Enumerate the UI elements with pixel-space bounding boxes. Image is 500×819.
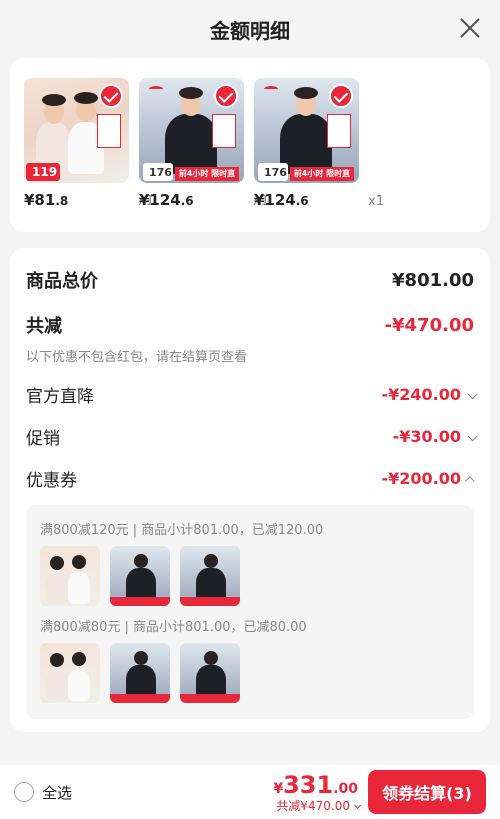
coupon-detail-title: 满800减80元 | 商品小计801.00，已减80.00	[40, 620, 307, 635]
header: 金额明细	[0, 0, 500, 58]
chevron-up-icon	[464, 475, 475, 486]
product-item[interactable]: 119 ¥81.8 x1	[24, 78, 154, 212]
product-price: ¥81.8	[24, 191, 69, 209]
coupon-detail: 满800减120元 | 商品小计801.00，已减120.00 满800减80元…	[26, 505, 474, 719]
close-icon[interactable]	[458, 16, 482, 40]
product-list: 119 ¥81.8 x1 176 前4小时 限时直降 ¥124.6 x1	[10, 58, 490, 232]
price-tag: 119	[26, 163, 60, 181]
brand-logo-icon	[264, 86, 278, 92]
checkout-button[interactable]: 领券结算(3)	[368, 770, 486, 814]
checked-icon[interactable]	[329, 84, 353, 108]
coupon-product-thumb	[110, 546, 170, 606]
coupon-product-thumb	[110, 643, 170, 703]
product-image: 119	[24, 78, 129, 183]
promo-value: -¥30.00	[392, 426, 461, 446]
product-item[interactable]: 176 前4小时 限时直降 ¥124.6 x1	[254, 78, 384, 212]
price-summary: 商品总价 ¥801.00 共减 -¥470.00 以下优惠不包含红包，请在结算页…	[10, 248, 490, 732]
promo-banner: 前4小时 限时直降	[290, 167, 354, 181]
coupon-product-thumb	[40, 643, 100, 703]
product-item[interactable]: 176 前4小时 限时直降 ¥124.6 x1	[139, 78, 269, 212]
promo-banner: 前4小时 限时直降	[175, 167, 239, 181]
product-price: ¥124.6	[139, 191, 194, 209]
checked-icon[interactable]	[99, 84, 123, 108]
reduce-value: -¥470.00	[384, 314, 474, 336]
official-discount-row[interactable]: 官方直降 -¥240.00	[26, 379, 478, 409]
promo-sticker	[97, 114, 121, 148]
coupon-product-list	[40, 546, 460, 606]
checkout-bar: 全选 ¥331.00 共减¥470.00 领券结算(3)	[0, 765, 500, 819]
total-row: 商品总价 ¥801.00	[26, 264, 474, 296]
promo-label: 促销	[26, 428, 60, 449]
order-total: ¥331.00 共减¥470.00	[273, 771, 362, 814]
select-all-label[interactable]: 全选	[42, 782, 72, 803]
chevron-down-icon	[467, 388, 478, 399]
coupon-product-thumb	[40, 546, 100, 606]
official-value: -¥240.00	[381, 384, 461, 404]
coupon-product-thumb	[180, 643, 240, 703]
product-qty: x1	[368, 194, 384, 209]
page-title: 金额明细	[210, 18, 290, 43]
chevron-down-icon	[467, 430, 478, 441]
total-saved: 共减¥470.00	[273, 797, 362, 814]
checked-icon[interactable]	[214, 84, 238, 108]
coupon-detail-title: 满800减120元 | 商品小计801.00，已减120.00	[40, 523, 324, 538]
discount-hint: 以下优惠不包含红包，请在结算页查看	[26, 350, 248, 365]
product-price: ¥124.6	[254, 191, 309, 209]
coupon-value: -¥200.00	[381, 468, 461, 488]
product-image: 176 前4小时 限时直降	[139, 78, 244, 183]
total-label: 商品总价	[26, 271, 98, 292]
coupon-product-list	[40, 643, 460, 703]
reduce-row: 共减 -¥470.00	[26, 310, 474, 340]
coupon-label: 优惠券	[26, 470, 77, 491]
promo-row[interactable]: 促销 -¥30.00	[26, 421, 478, 451]
official-label: 官方直降	[26, 386, 94, 407]
brand-logo-icon	[149, 86, 163, 92]
coupon-row[interactable]: 优惠券 -¥200.00	[26, 463, 475, 493]
coupon-product-thumb	[180, 546, 240, 606]
chevron-down-icon	[354, 801, 362, 809]
select-all-radio[interactable]	[14, 782, 34, 802]
reduce-label: 共减	[26, 316, 62, 337]
promo-sticker	[212, 114, 236, 148]
promo-sticker	[327, 114, 351, 148]
product-image: 176 前4小时 限时直降	[254, 78, 359, 183]
total-value: ¥801.00	[392, 269, 474, 291]
